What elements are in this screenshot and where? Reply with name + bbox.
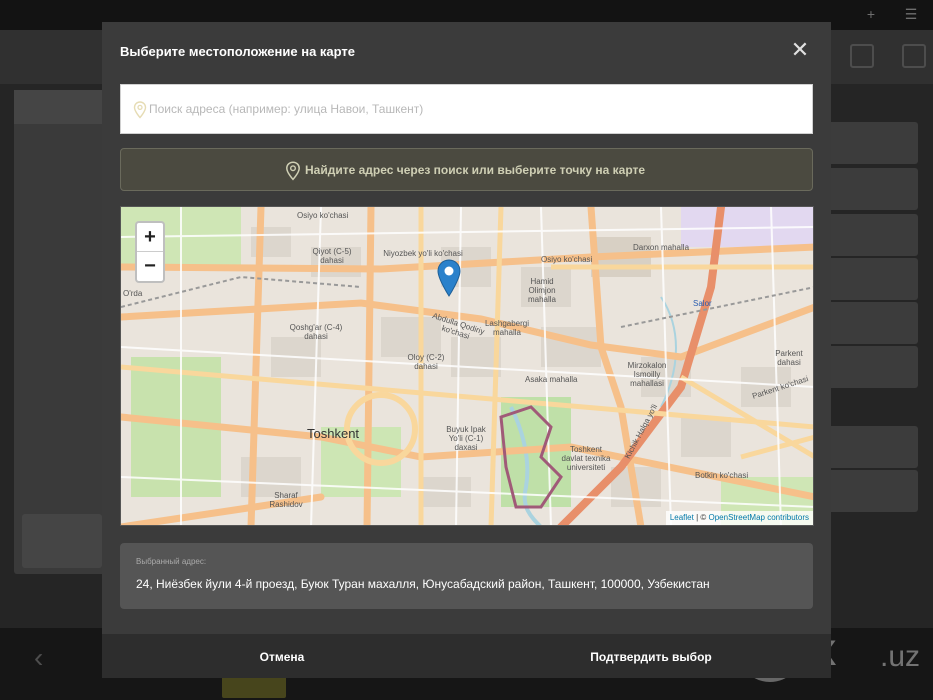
map-label: Qiyot (C-5) dahasi: [312, 247, 352, 265]
map-attribution: Leaflet | © OpenStreetMap contributors: [665, 511, 813, 525]
map-label: Mirzokalon Ismoilly mahallasi: [627, 361, 667, 388]
close-button[interactable]: ✕: [788, 38, 812, 62]
map-label: Buyuk Ipak Yo'li (C-1) daxasi: [446, 425, 486, 452]
map-label: Botkin ko'chasi: [695, 471, 749, 480]
map-label: O'rda: [123, 289, 143, 298]
map-view[interactable]: Osiyo ko'chasi Niyozbek yo'li ko'chasi O…: [120, 206, 814, 526]
map-label: Osiyo ko'chasi: [541, 255, 593, 264]
selected-address-value: 24, Ниёзбек йули 4-й проезд, Буюк Туран …: [136, 577, 710, 591]
map-label: Parkent dahasi: [775, 349, 803, 367]
leaflet-link[interactable]: Leaflet: [670, 513, 694, 522]
selected-address-panel: Выбранный адрес: 24, Ниёзбек йули 4-й пр…: [120, 543, 813, 609]
address-search: [120, 84, 813, 134]
map-label: Asaka mahalla: [525, 375, 578, 384]
map-label: Qoshg'ar (C-4) dahasi: [289, 323, 343, 341]
map-label: Darxon mahalla: [632, 243, 690, 252]
map-label: Hamid Olimjon mahalla: [527, 277, 556, 304]
zoom-control: + −: [135, 221, 165, 283]
confirm-button[interactable]: Подтвердить выбор: [471, 634, 831, 678]
osm-link[interactable]: OpenStreetMap contributors: [709, 513, 810, 522]
address-search-input[interactable]: [149, 85, 799, 133]
map-label: Salor: [693, 299, 712, 308]
map-hint-text: Найдите адрес через поиск или выберите т…: [305, 163, 646, 177]
map-label: Sharaf Rashidov: [269, 491, 303, 509]
modal-footer: Отмена Подтвердить выбор: [102, 634, 831, 678]
close-icon: ✕: [790, 37, 810, 62]
selected-address-label: Выбранный адрес:: [136, 557, 207, 566]
map-pin-icon: [133, 101, 147, 119]
modal-title: Выберите местоположение на карте: [120, 44, 356, 59]
zoom-in-button[interactable]: +: [137, 223, 163, 252]
cancel-button[interactable]: Отмена: [102, 634, 462, 678]
map-pin-icon: [286, 161, 300, 181]
map-hint: Найдите адрес через поиск или выберите т…: [120, 148, 813, 191]
map-label-city: Toshkent: [307, 426, 360, 441]
map-label: Niyozbek yo'li ko'chasi: [383, 249, 463, 258]
location-picker-modal: Выберите местоположение на карте ✕ Найди…: [102, 22, 831, 678]
attribution-separator: | ©: [693, 513, 709, 522]
olx-logo-tld: .uz: [880, 640, 921, 673]
zoom-out-button[interactable]: −: [137, 252, 163, 281]
map-label: Oloy (C-2) dahasi: [407, 353, 445, 371]
map-label: Toshkent davlat texnika universiteti: [561, 445, 611, 472]
location-marker-icon[interactable]: [437, 259, 461, 297]
map-label: Osiyo ko'chasi: [297, 211, 349, 220]
